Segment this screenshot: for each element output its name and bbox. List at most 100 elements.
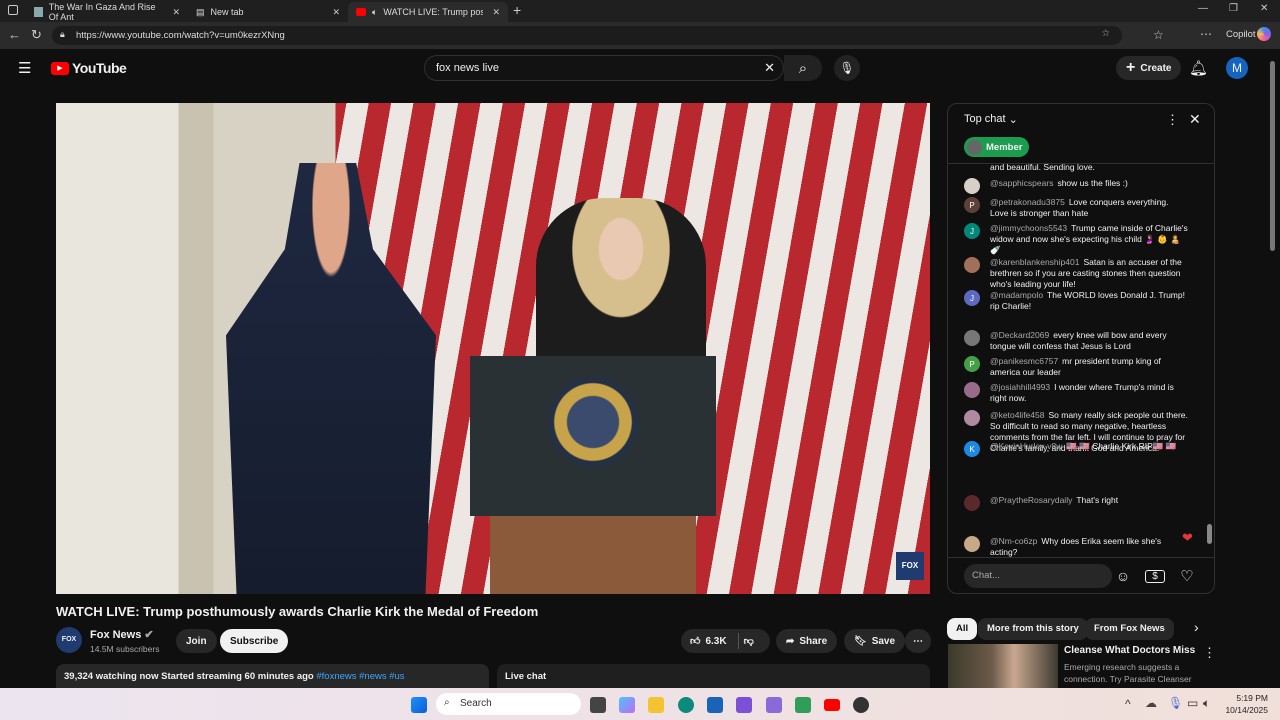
close-tab-icon[interactable]: ✕	[332, 7, 340, 18]
chip-from-fox-news[interactable]: From Fox News	[1085, 618, 1174, 640]
chat-author[interactable]: @PraytheRosarydaily	[990, 495, 1072, 505]
chat-avatar[interactable]: J	[964, 223, 980, 239]
related-title[interactable]: Cleanse What Doctors Miss	[1064, 645, 1195, 656]
taskbar-search[interactable]: ⌕ Search	[436, 693, 581, 715]
back-icon[interactable]: ←	[8, 27, 21, 42]
member-chip[interactable]: Member	[964, 137, 1030, 157]
subscribe-button[interactable]: Subscribe	[220, 629, 289, 653]
chat-author[interactable]: @karenblankenship401	[990, 257, 1079, 267]
chip-more-from-story[interactable]: More from this story	[978, 618, 1088, 640]
microphone-icon[interactable]: 🎙︎	[1168, 696, 1183, 710]
app-icon[interactable]	[766, 697, 782, 713]
clear-search-icon[interactable]: ✕	[764, 60, 775, 76]
minimize-button[interactable]: —	[1198, 3, 1208, 14]
chat-avatar[interactable]: P	[964, 356, 980, 372]
onedrive-icon[interactable]: ☁︎	[1145, 696, 1157, 710]
search-button[interactable]: ⌕	[784, 55, 822, 81]
chat-author[interactable]: @KevinHurley-v8w	[990, 441, 1062, 451]
favorite-icon[interactable]: ☆	[1101, 28, 1110, 39]
chat-scrollbar[interactable]	[1207, 524, 1212, 544]
tab-gaza[interactable]: The War In Gaza And Rise Of Ant ✕	[26, 2, 188, 22]
live-chat-section[interactable]: Live chat	[497, 664, 930, 688]
close-window-button[interactable]: ✕	[1260, 3, 1268, 14]
app-icon[interactable]	[853, 697, 869, 713]
dislike-icon[interactable]: 👎︎	[744, 635, 754, 647]
chat-avatar[interactable]	[964, 495, 980, 511]
favorites-icon[interactable]: ☆	[1153, 28, 1164, 42]
chat-author[interactable]: @keto4life458	[990, 410, 1044, 420]
audio-icon[interactable]: 🔈︎	[372, 7, 377, 18]
clock[interactable]: 5:19 PM 10/14/2025	[1222, 692, 1268, 716]
chat-author[interactable]: @josiahhill4993	[990, 382, 1050, 392]
chat-avatar[interactable]: J	[964, 290, 980, 306]
top-chat-dropdown[interactable]: Top chat ⌄	[964, 113, 1018, 126]
tab-new[interactable]: ▤ New tab ✕	[188, 2, 348, 22]
emoji-icon[interactable]: ☺	[1113, 566, 1133, 586]
url-field[interactable]: 🔒︎ https://www.youtube.com/watch?v=um0kez…	[52, 26, 1122, 45]
chat-author[interactable]: @madampolo	[990, 290, 1043, 300]
account-avatar[interactable]: M	[1226, 57, 1248, 79]
create-button[interactable]: + Create	[1116, 56, 1182, 80]
more-actions-button[interactable]: ⋯	[905, 629, 931, 653]
chips-next-icon[interactable]: ›	[1194, 619, 1199, 635]
chat-avatar[interactable]	[964, 536, 980, 552]
share-button[interactable]: ➦ Share	[776, 629, 838, 653]
join-button[interactable]: Join	[176, 629, 217, 653]
new-tab-button[interactable]: +	[513, 2, 521, 18]
start-icon[interactable]	[411, 697, 427, 713]
search-input[interactable]: fox news live ✕	[424, 55, 784, 81]
close-tab-icon[interactable]: ✕	[172, 7, 180, 18]
channel-avatar[interactable]: FOX	[56, 627, 82, 653]
like-count[interactable]: 6.3K	[705, 636, 726, 647]
youtube-app-icon[interactable]	[824, 699, 840, 711]
page-scrollbar[interactable]	[1270, 61, 1275, 251]
chat-more-icon[interactable]: ⋮	[1166, 112, 1179, 128]
voice-search-icon[interactable]: 🎙︎	[834, 55, 860, 81]
chat-input[interactable]: Chat...	[964, 564, 1112, 588]
store-icon[interactable]	[707, 697, 723, 713]
chat-author[interactable]: @Nm-co6zp	[990, 536, 1037, 546]
youtube-logo[interactable]: ▶ YouTube	[51, 60, 127, 76]
hashtags[interactable]: #foxnews #news #us	[316, 671, 404, 682]
chat-avatar[interactable]	[964, 330, 980, 346]
close-tab-icon[interactable]: ✕	[492, 7, 500, 18]
more-icon[interactable]: ⋯	[1200, 27, 1212, 41]
chat-avatar[interactable]	[964, 382, 980, 398]
menu-icon[interactable]: ☰	[18, 59, 31, 77]
tab-actions-icon[interactable]	[8, 5, 18, 15]
related-thumbnail[interactable]	[948, 644, 1058, 688]
chat-avatar[interactable]	[964, 257, 980, 273]
copilot-app-icon[interactable]	[619, 697, 635, 713]
refresh-icon[interactable]: ↻	[31, 27, 42, 43]
tray-chevron-icon[interactable]: ^	[1125, 697, 1131, 711]
chat-author[interactable]: @Deckard2069	[990, 330, 1049, 340]
chat-avatar[interactable]: K	[964, 441, 980, 457]
save-button[interactable]: 🔖︎ Save	[844, 629, 906, 653]
chat-avatar[interactable]: P	[964, 197, 980, 213]
like-heart-icon[interactable]: ♡	[1177, 566, 1197, 586]
network-icon[interactable]: ▭	[1187, 696, 1198, 710]
copilot-button[interactable]: Copilot	[1226, 29, 1256, 40]
chat-author[interactable]: @jimmychoons5543	[990, 223, 1067, 233]
chat-avatar[interactable]	[964, 410, 980, 426]
task-view-icon[interactable]	[590, 697, 606, 713]
chat-author[interactable]: @panikesmc6757	[990, 356, 1058, 366]
volume-icon[interactable]: 🔈︎	[1203, 696, 1210, 711]
maximize-button[interactable]: ❐	[1229, 3, 1238, 14]
app-icon[interactable]	[736, 697, 752, 713]
close-chat-icon[interactable]: ✕	[1189, 111, 1201, 128]
tab-youtube[interactable]: 🔈︎ WATCH LIVE: Trump posthum ✕	[348, 2, 508, 22]
description-box[interactable]: 39,324 watching now Started streaming 60…	[56, 664, 489, 688]
notifications-icon[interactable]: 🔔︎	[1189, 59, 1208, 77]
video-player[interactable]: FOX	[56, 103, 930, 594]
chat-author[interactable]: @petrakonadu3875	[990, 197, 1065, 207]
chat-avatar[interactable]	[964, 178, 980, 194]
copilot-icon[interactable]	[1257, 27, 1271, 41]
chat-author[interactable]: @sapphicspears	[990, 178, 1053, 188]
app-icon[interactable]	[795, 697, 811, 713]
channel-name[interactable]: Fox News ✔	[90, 628, 154, 641]
file-explorer-icon[interactable]	[648, 697, 664, 713]
edge-icon[interactable]	[678, 697, 694, 713]
related-more-icon[interactable]: ⋮	[1203, 645, 1216, 661]
super-chat-icon[interactable]: $	[1145, 570, 1165, 583]
